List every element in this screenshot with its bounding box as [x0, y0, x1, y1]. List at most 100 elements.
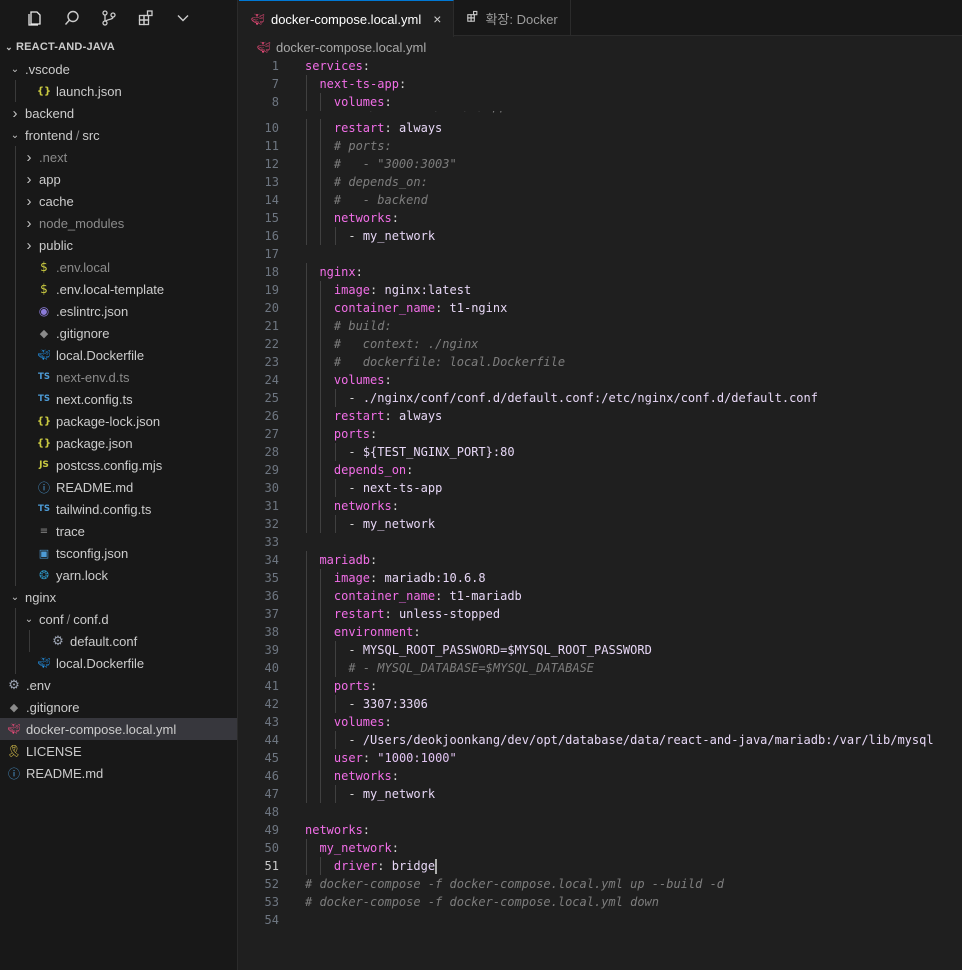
- tree-file[interactable]: 🐳︎ local.Dockerfile: [0, 344, 237, 366]
- more-chevron-icon[interactable]: [174, 9, 192, 27]
- tree-file[interactable]: $ .env.local-template: [0, 278, 237, 300]
- env-icon: $: [40, 260, 48, 274]
- indent-guide: [320, 425, 322, 443]
- breadcrumb-file[interactable]: docker-compose.local.yml: [276, 40, 426, 55]
- breadcrumb[interactable]: 🐳︎ docker-compose.local.yml: [239, 36, 962, 58]
- code-editor[interactable]: 1 services: 7 next-ts-app: 8 volumes: - ./fro…: [239, 57, 962, 929]
- tree-file[interactable]: TS next-env.d.ts: [0, 366, 237, 388]
- tree-file[interactable]: ▣ tsconfig.json: [0, 542, 237, 564]
- tree-file[interactable]: ◆ .gitignore: [0, 322, 237, 344]
- code-token: networks: [305, 823, 363, 837]
- tree-file[interactable]: TS tailwind.config.ts: [0, 498, 237, 520]
- project-header[interactable]: ⌄ REACT-AND-JAVA: [0, 36, 237, 58]
- indent-guide: [306, 443, 307, 461]
- tree-folder[interactable]: ⌄ nginx: [0, 586, 237, 608]
- tree-file[interactable]: {} package-lock.json: [0, 410, 237, 432]
- code-content: driver: bridge: [334, 857, 437, 875]
- code-content: my_network:: [319, 839, 398, 857]
- tree-file[interactable]: 🎗︎ LICENSE: [0, 740, 237, 762]
- code-content: - MYSQL_ROOT_PASSWORD=$MYSQL_ROOT_PASSWO…: [348, 641, 651, 659]
- tree-file[interactable]: 🐳︎ local.Dockerfile: [0, 652, 237, 674]
- code-token: image: [333, 283, 371, 297]
- tree-file[interactable]: 🐳︎ docker-compose.local.yml: [0, 718, 237, 740]
- files-icon[interactable]: [26, 9, 44, 27]
- indent-guide: [306, 587, 307, 605]
- indent-guide: [15, 454, 16, 476]
- tree-file[interactable]: ◆ .gitignore: [0, 696, 237, 718]
- code-token: # build:: [333, 319, 392, 333]
- line-number: 16: [264, 229, 279, 243]
- indent-guide: [334, 695, 336, 713]
- git-icon: ◆: [9, 700, 19, 714]
- tree-file[interactable]: TS next.config.ts: [0, 388, 237, 410]
- code-line: 7 next-ts-app:: [239, 75, 962, 93]
- code-line-partial: - ./frontend/src/:/app # 전체 소스 볼륨을 위한...: [239, 111, 962, 119]
- tree-file[interactable]: $ .env.local: [0, 256, 237, 278]
- code-line: 29 depends_on:: [239, 461, 962, 479]
- indent-guide: [29, 630, 30, 652]
- tree-file[interactable]: ⓘ README.md: [0, 762, 237, 784]
- extensions-icon[interactable]: [137, 9, 155, 27]
- indent-guide: [320, 605, 322, 623]
- tree-folder[interactable]: › backend: [0, 102, 237, 124]
- indent-guide: [306, 209, 307, 227]
- tree-folder[interactable]: › cache: [0, 190, 237, 212]
- indent-guide: [306, 281, 307, 299]
- tree-file[interactable]: JS postcss.config.mjs: [0, 454, 237, 476]
- code-token: :: [370, 553, 378, 567]
- tree-file[interactable]: {} package.json: [0, 432, 237, 454]
- tree-folder[interactable]: ⌄ .vscode: [0, 58, 237, 80]
- indent-guide: [320, 695, 322, 713]
- indent-guide: [306, 155, 307, 173]
- chevron-down-icon: ⌄: [10, 129, 20, 141]
- tree-file[interactable]: ⓘ README.md: [0, 476, 237, 498]
- indent-guide: [334, 515, 336, 533]
- tree-folder[interactable]: › node_modules: [0, 212, 237, 234]
- tab-extension-docker[interactable]: 확장: Docker: [454, 0, 571, 36]
- search-icon[interactable]: [63, 9, 81, 27]
- code-line: 16 - my_network: [239, 227, 962, 245]
- code-token: my_network: [319, 841, 392, 855]
- indent-guide: [15, 542, 16, 564]
- code-token: :: [370, 679, 378, 693]
- tree-folder[interactable]: › .next: [0, 146, 237, 168]
- close-icon[interactable]: ×: [433, 11, 441, 27]
- typescript-icon: TS: [38, 372, 50, 382]
- tree-item-label: .gitignore: [56, 325, 110, 341]
- tree-folder[interactable]: ⌄ conf / conf.d: [0, 608, 237, 630]
- tree-file[interactable]: ◉ .eslintrc.json: [0, 300, 237, 322]
- path-separator: /: [75, 127, 80, 143]
- line-number: 19: [264, 283, 279, 297]
- tree-file[interactable]: ❂ yarn.lock: [0, 564, 237, 586]
- line-number: 29: [264, 463, 279, 477]
- code-content: image: mariadb:10.6.8: [334, 569, 486, 587]
- chevron-right-icon: ›: [26, 214, 32, 232]
- line-number: 50: [264, 841, 279, 855]
- tree-file[interactable]: ⚙ .env: [0, 674, 237, 696]
- indent-guide: [15, 344, 16, 366]
- line-number: 38: [264, 625, 279, 639]
- tree-folder[interactable]: › app: [0, 168, 237, 190]
- code-line: 53 # docker-compose -f docker-compose.loc…: [239, 893, 962, 911]
- tab-label: docker-compose.local.yml: [270, 11, 422, 27]
- tree-file[interactable]: {} launch.json: [0, 80, 237, 102]
- tree-folder[interactable]: › public: [0, 234, 237, 256]
- tree-folder[interactable]: ⌄ frontend / src: [0, 124, 237, 146]
- chevron-right-icon: ›: [26, 192, 32, 210]
- indent-guide: [334, 227, 336, 245]
- code-line: 26 restart: always: [239, 407, 962, 425]
- code-token: :: [370, 427, 378, 441]
- code-token: nginx:latest: [384, 283, 472, 297]
- tab-docker-compose[interactable]: 🐳︎ docker-compose.local.yml ×: [239, 0, 455, 37]
- code-content: image: nginx:latest: [334, 281, 471, 299]
- indent-guide: [15, 366, 16, 388]
- explorer-sidebar: ⌄ REACT-AND-JAVA ⌄ .vscode {} launch.json › b…: [0, 0, 238, 970]
- code-content: volumes:: [334, 371, 392, 389]
- indent-guide: [306, 641, 307, 659]
- tree-file[interactable]: ⚙ default.conf: [0, 630, 237, 652]
- code-token: image: [333, 571, 371, 585]
- javascript-icon: JS: [39, 460, 49, 470]
- indent-guide: [15, 256, 16, 278]
- source-control-icon[interactable]: [100, 9, 118, 27]
- tree-file[interactable]: ≡ trace: [0, 520, 237, 542]
